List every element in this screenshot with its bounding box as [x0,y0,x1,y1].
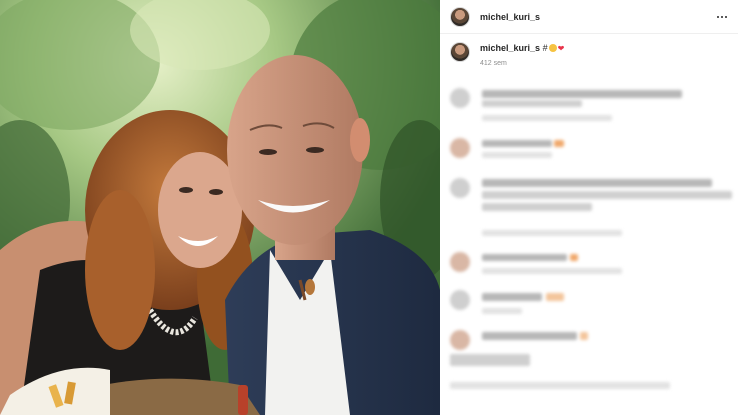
caption-text[interactable]: # [543,43,548,53]
caption-time[interactable]: 412 sem [480,60,564,67]
post-header: michel_kuri_s [440,0,738,34]
post-side-panel: michel_kuri_s michel_kuri_s # ❤ 412 sem [440,0,738,415]
more-horizontal-icon [717,16,719,18]
photo-illustration [0,0,440,415]
smiling-face-icon [548,44,557,52]
header-username[interactable]: michel_kuri_s [480,12,540,22]
post-caption: michel_kuri_s # ❤ 412 sem [450,42,730,67]
avatar[interactable] [450,6,470,27]
more-horizontal-icon-dot [725,16,727,18]
caption-line: michel_kuri_s # ❤ [480,42,564,55]
post-photo [0,0,440,415]
more-options-button[interactable] [714,9,730,25]
caption-username[interactable]: michel_kuri_s [480,43,540,53]
caption-avatar[interactable] [450,42,470,62]
more-horizontal-icon-dot [721,16,723,18]
red-heart-icon: ❤ [557,44,565,53]
